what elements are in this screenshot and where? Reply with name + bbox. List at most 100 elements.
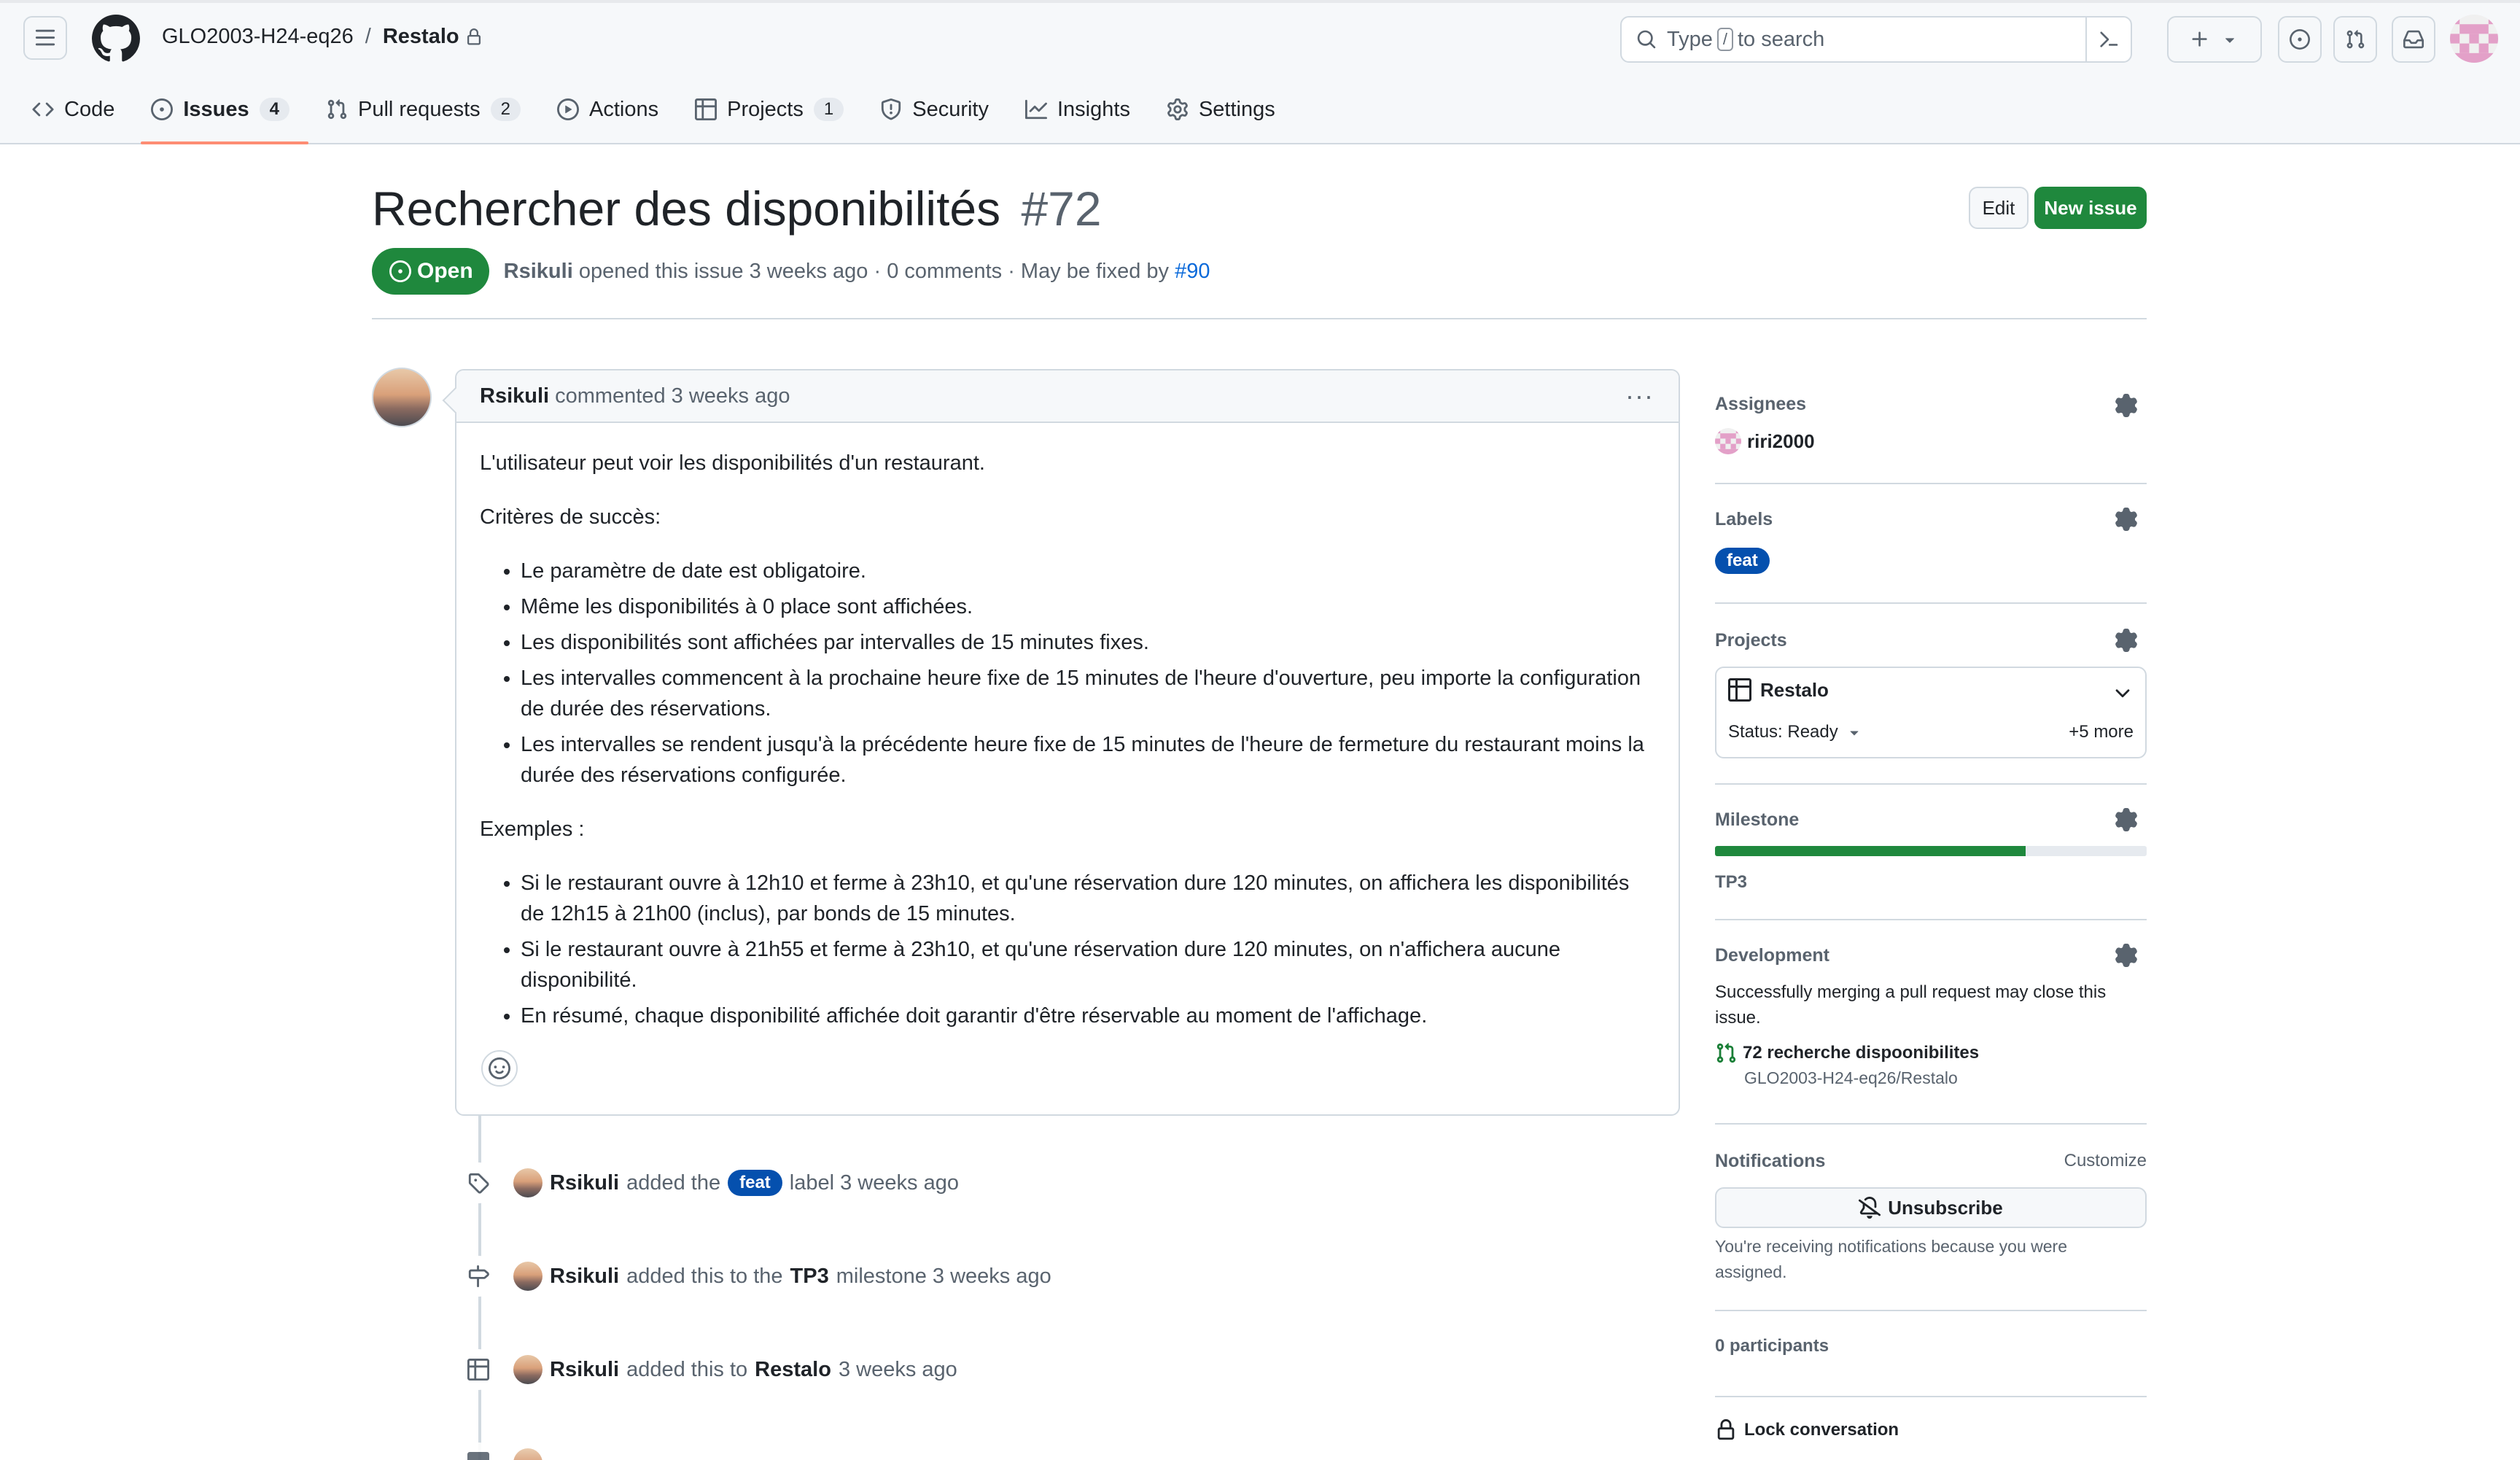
comment-intro: L'utilisateur peut voir les disponibilit… xyxy=(480,451,985,475)
comment-timestamp[interactable]: commented 3 weeks ago xyxy=(555,384,790,408)
issue-author-link[interactable]: Rsikuli xyxy=(504,260,573,283)
linked-pr-item[interactable]: 72 recherche dispoonibilites xyxy=(1715,1042,2147,1064)
projects-title[interactable]: Projects xyxy=(1715,630,2147,651)
tab-insights[interactable]: Insights xyxy=(1025,92,1149,127)
pull-requests-shortcut-button[interactable] xyxy=(2333,16,2377,63)
development-section: Development Successfully merging a pull … xyxy=(1715,944,2147,1088)
event-actor-link[interactable]: Rsikuli xyxy=(550,1265,619,1289)
tab-actions[interactable]: Actions xyxy=(557,92,677,127)
timeline-event-project: Rsikuli added this to Restalo 3 weeks ag… xyxy=(458,1349,957,1390)
lock-conversation-label: Lock conversation xyxy=(1744,1420,1899,1440)
table-icon xyxy=(1728,678,1751,702)
feat-label-badge[interactable]: feat xyxy=(728,1170,782,1196)
development-title[interactable]: Development xyxy=(1715,945,2147,966)
milestone-progress-fill xyxy=(1715,846,2026,856)
add-reaction-button[interactable] xyxy=(481,1050,518,1087)
list-item: Même les disponibilités à 0 place sont a… xyxy=(521,591,1655,622)
timeline-badge xyxy=(458,1256,499,1297)
gear-icon[interactable] xyxy=(2115,508,2138,531)
lock-icon xyxy=(467,28,481,44)
top-strip xyxy=(0,0,2520,3)
labels-section: Labels feat xyxy=(1715,508,2147,574)
milestone-section: Milestone xyxy=(1715,808,2147,831)
command-palette-button[interactable] xyxy=(2085,18,2131,61)
tab-security[interactable]: Security xyxy=(880,92,1008,127)
linked-pr-link[interactable]: #90 xyxy=(1175,260,1210,283)
timeline-badge xyxy=(458,1349,499,1390)
comment-author-avatar[interactable] xyxy=(372,368,432,427)
tab-issues[interactable]: Issues 4 xyxy=(141,92,308,144)
list-item: Si le restaurant ouvre à 21h55 et ferme … xyxy=(521,934,1655,995)
breadcrumb-separator: / xyxy=(365,25,371,48)
issues-shortcut-button[interactable] xyxy=(2278,16,2322,63)
avatar[interactable] xyxy=(513,1262,542,1291)
smiley-icon xyxy=(489,1057,510,1079)
menu-button[interactable] xyxy=(23,16,67,60)
edit-button[interactable]: Edit xyxy=(1969,187,2029,229)
avatar[interactable] xyxy=(513,1355,542,1384)
comment-header: Rsikuli commented 3 weeks ago ··· xyxy=(456,370,1679,423)
timeline-badge xyxy=(458,1442,499,1460)
linked-pr-title: 72 recherche dispoonibilites xyxy=(1743,1043,1980,1063)
tab-settings[interactable]: Settings xyxy=(1167,92,1294,127)
avatar[interactable] xyxy=(513,1168,542,1197)
participants-count: 0 participants xyxy=(1715,1336,1829,1356)
gear-icon[interactable] xyxy=(2115,629,2138,652)
header-divider xyxy=(372,318,2147,319)
play-icon xyxy=(557,98,579,120)
event-actor-link[interactable]: Rsikuli xyxy=(550,1171,619,1195)
gear-icon[interactable] xyxy=(2115,808,2138,831)
unsubscribe-button[interactable]: Unsubscribe xyxy=(1715,1187,2147,1228)
issue-opened-icon xyxy=(2290,29,2310,50)
customize-link[interactable]: Customize xyxy=(2064,1151,2147,1171)
inbox-icon xyxy=(2403,30,2424,49)
project-more-fields[interactable]: +5 more xyxy=(2069,722,2134,742)
repo-name-link[interactable]: Restalo xyxy=(383,25,459,49)
event-actor-link[interactable]: Rsikuli xyxy=(550,1358,619,1382)
milestone-title[interactable]: Milestone xyxy=(1715,809,2147,831)
gear-icon[interactable] xyxy=(2115,944,2138,967)
new-issue-button[interactable]: New issue xyxy=(2034,187,2147,229)
project-status-field[interactable]: Status: Ready xyxy=(1728,722,1863,742)
github-logo-icon[interactable] xyxy=(92,15,140,63)
tab-pull-requests[interactable]: Pull requests 2 xyxy=(326,92,540,127)
tab-issues-label: Issues xyxy=(183,97,249,121)
identicon-avatar-icon xyxy=(2450,15,2498,63)
sidebar-divider xyxy=(1715,1123,2147,1125)
comment-author-link[interactable]: Rsikuli xyxy=(480,384,549,408)
project-link[interactable]: Restalo xyxy=(755,1358,831,1382)
timeline-event-label: Rsikuli added the feat label 3 weeks ago xyxy=(458,1162,959,1203)
search-input[interactable]: Type / to search xyxy=(1620,16,2132,63)
examples-list: Si le restaurant ouvre à 12h10 et ferme … xyxy=(521,868,1655,1031)
tab-projects[interactable]: Projects 1 xyxy=(695,92,863,127)
assignees-title[interactable]: Assignees xyxy=(1715,394,2147,415)
milestone-name[interactable]: TP3 xyxy=(1715,872,2147,893)
gear-icon[interactable] xyxy=(2115,394,2138,417)
avatar[interactable] xyxy=(513,1448,542,1460)
timeline-event-partial xyxy=(458,1442,550,1460)
project-card[interactable]: Restalo Status: Ready +5 more xyxy=(1715,667,2147,758)
status-label: Open xyxy=(417,259,473,283)
issue-meta: Open Rsikuli opened this issue 3 weeks a… xyxy=(372,248,1210,295)
milestone-link[interactable]: TP3 xyxy=(790,1265,829,1289)
terminal-icon xyxy=(2100,31,2118,47)
comment-options-button[interactable]: ··· xyxy=(1625,381,1654,411)
chevron-down-icon[interactable] xyxy=(2112,683,2134,704)
breadcrumb: GLO2003-H24-eq26 / Restalo xyxy=(162,25,483,49)
assignee-item[interactable]: riri2000 xyxy=(1715,428,2147,454)
create-new-button[interactable] xyxy=(2167,16,2262,63)
label-badge[interactable]: feat xyxy=(1715,548,1770,574)
tab-code[interactable]: Code xyxy=(32,92,133,127)
inbox-button[interactable] xyxy=(2392,16,2435,63)
criteria-list: Le paramètre de date est obligatoire. Mê… xyxy=(521,556,1655,791)
lock-icon xyxy=(1717,1419,1735,1440)
user-avatar[interactable] xyxy=(2450,15,2498,63)
repo-owner-link[interactable]: GLO2003-H24-eq26 xyxy=(162,25,354,49)
unsubscribe-label: Unsubscribe xyxy=(1888,1196,2003,1219)
lock-conversation-button[interactable]: Lock conversation xyxy=(1715,1419,2147,1441)
issue-comment: Rsikuli commented 3 weeks ago ··· L'util… xyxy=(455,369,1680,1116)
tab-insights-label: Insights xyxy=(1057,97,1130,121)
tab-settings-label: Settings xyxy=(1198,97,1275,121)
labels-title[interactable]: Labels xyxy=(1715,509,2147,530)
hamburger-icon xyxy=(35,29,55,46)
